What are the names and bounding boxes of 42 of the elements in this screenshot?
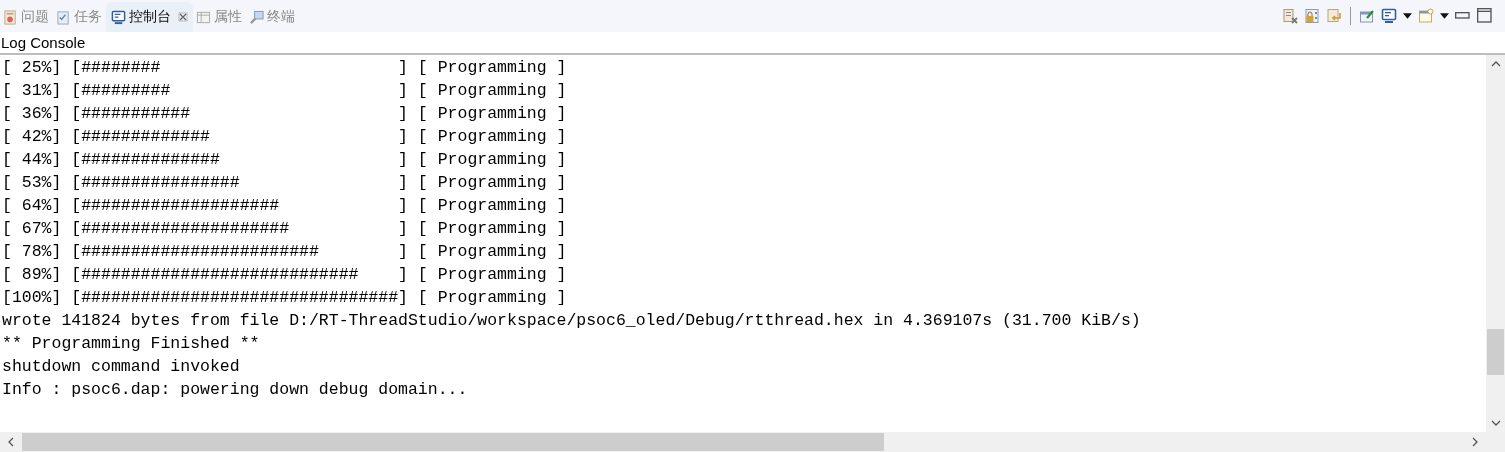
clipboard-icon bbox=[56, 9, 71, 25]
clear-console-icon[interactable] bbox=[1282, 8, 1298, 24]
view-tab[interactable]: 属性 bbox=[193, 2, 246, 32]
view-tab[interactable]: 问题 bbox=[0, 2, 53, 32]
console-line: [ 53%] [################ ] [ Programming ] bbox=[2, 172, 568, 194]
new-window-icon[interactable] bbox=[1418, 8, 1434, 24]
scroll-lock-icon[interactable] bbox=[1304, 8, 1320, 24]
console-line: [ 44%] [############## ] [ Programming ] bbox=[2, 149, 568, 171]
scroll-thumb[interactable] bbox=[1487, 329, 1504, 375]
console-line: [100%] [################################] [ Programming ] bbox=[2, 287, 568, 309]
table-icon bbox=[196, 9, 211, 25]
close-icon[interactable] bbox=[178, 12, 188, 22]
scroll-thumb[interactable] bbox=[22, 433, 884, 451]
warning-list-icon bbox=[3, 9, 18, 25]
console-title: Log Console bbox=[0, 32, 1505, 55]
maximize-icon[interactable] bbox=[1477, 8, 1493, 24]
console-line: [ 42%] [############# ] [ Programming ] bbox=[2, 126, 568, 148]
view-tab[interactable]: 任务 bbox=[53, 2, 106, 32]
scroll-left-icon[interactable] bbox=[8, 437, 14, 447]
dropdown-caret-icon[interactable] bbox=[1403, 13, 1412, 19]
pin-icon[interactable] bbox=[1359, 8, 1375, 24]
console-line: [ 64%] [#################### ] [ Programming ] bbox=[2, 195, 568, 217]
console-line: [ 89%] [############################ ] [ Programming ] bbox=[2, 264, 568, 286]
monitor-icon bbox=[111, 9, 126, 25]
console-line: ** Programming Finished ** bbox=[2, 333, 261, 355]
monitor-icon[interactable] bbox=[1381, 8, 1397, 24]
vertical-scrollbar[interactable] bbox=[1486, 55, 1505, 432]
console-line: [ 67%] [##################### ] [ Programming ] bbox=[2, 218, 568, 240]
view-tab[interactable]: 控制台 bbox=[106, 2, 193, 32]
console-line: shutdown command invoked bbox=[2, 356, 241, 378]
view-tab[interactable]: 终端 bbox=[246, 2, 299, 32]
minimize-icon[interactable] bbox=[1455, 12, 1471, 20]
console-line: [ 36%] [########### ] [ Programming ] bbox=[2, 103, 568, 125]
dropdown-caret-icon[interactable] bbox=[1440, 13, 1449, 19]
scroll-up-icon[interactable] bbox=[1490, 61, 1501, 67]
scroll-down-icon[interactable] bbox=[1490, 420, 1501, 426]
console-line: wrote 141824 bytes from file D:/RT-ThreadStudio/workspace/psoc6_oled/Debug/rtthread.hex in 4.369107s (31.700 KiB/s) bbox=[2, 310, 1142, 332]
console-line: [ 25%] [######## ] [ Programming ] bbox=[2, 57, 568, 79]
console-line: Info : psoc6.dap: powering down debug domain... bbox=[2, 379, 469, 401]
console-line: [ 31%] [######### ] [ Programming ] bbox=[2, 80, 568, 102]
scroll-right-icon[interactable] bbox=[1472, 437, 1478, 447]
console-line: [ 78%] [######################## ] [ Programming ] bbox=[2, 241, 568, 263]
